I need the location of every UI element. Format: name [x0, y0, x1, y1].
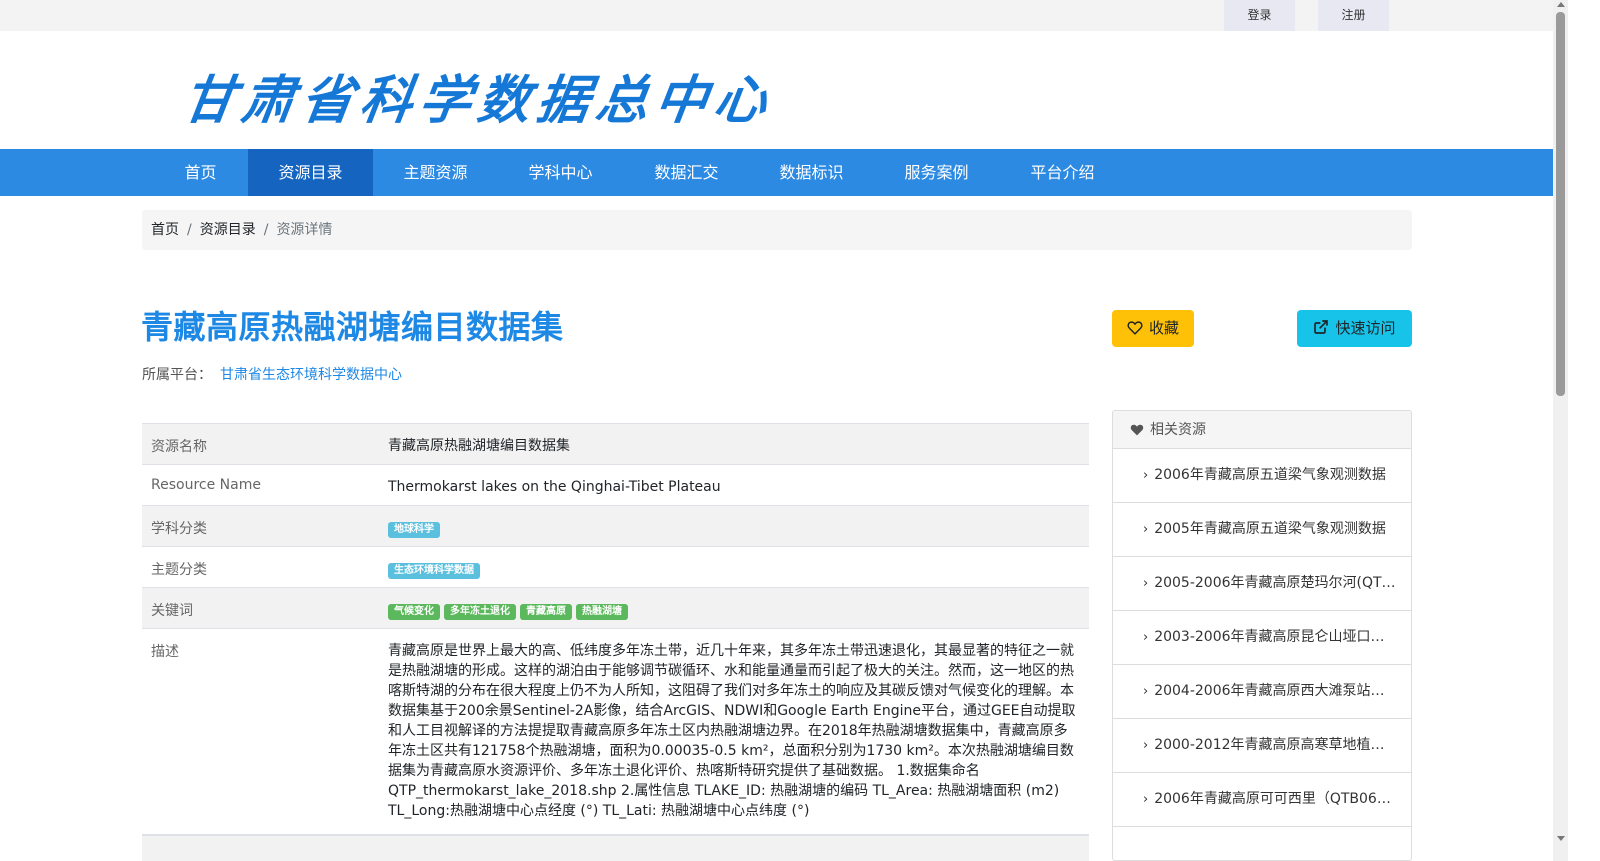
platform-label: 所属平台： — [142, 367, 212, 383]
related-item[interactable]: › 2005-2006年青藏高原楚玛尔河(QTB05)气象观测数据 — [1113, 557, 1411, 611]
nav-item-about[interactable]: 平台介绍 — [1000, 149, 1125, 196]
nav-item-disciplines[interactable]: 学科中心 — [498, 149, 623, 196]
scrollbar-thumb[interactable] — [1556, 12, 1565, 396]
table-row: 主题分类 生态环境科学数据 — [142, 546, 1089, 587]
chevron-right-icon: › — [1143, 684, 1149, 699]
quick-access-label: 快速访问 — [1335, 319, 1396, 337]
platform-link[interactable]: 甘肃省生态环境科学数据中心 — [220, 367, 402, 383]
related-item[interactable]: › 2005年青藏高原五道梁气象观测数据 — [1113, 503, 1411, 557]
top-utility-bar: 登录 注册 — [0, 0, 1553, 31]
page-title: 青藏高原热融湖塘编目数据集 — [141, 308, 564, 346]
row-label: 资源名称 — [151, 439, 207, 455]
register-button[interactable]: 注册 — [1318, 0, 1389, 31]
favorite-button[interactable]: 收藏 — [1112, 310, 1194, 347]
related-item-label: 2006年青藏高原可可西里（QTB06）气象观测数据 — [1154, 791, 1411, 807]
breadcrumb-home[interactable]: 首页 — [151, 222, 179, 238]
related-item[interactable]: › 2006年青藏高原可可西里（QTB06）气象观测数据 — [1113, 773, 1411, 827]
related-title: 相关资源 — [1150, 422, 1206, 438]
keyword-badge[interactable]: 气候变化 — [388, 604, 440, 620]
row-label: 关键词 — [151, 603, 193, 619]
row-value: Thermokarst lakes on the Qinghai-Tibet P… — [388, 479, 721, 495]
related-item-label: 2004-2006年青藏高原西大滩泵站气象观测数据 — [1154, 683, 1411, 699]
heart-icon — [1127, 321, 1143, 335]
login-button[interactable]: 登录 — [1224, 0, 1295, 31]
table-row: Resource Name Thermokarst lakes on the Q… — [142, 464, 1089, 505]
favorite-label: 收藏 — [1148, 319, 1179, 337]
table-row: 学科分类 地球科学 — [142, 505, 1089, 546]
scroll-down-icon[interactable] — [1557, 836, 1565, 841]
related-item[interactable]: › 2003-2006年青藏高原昆仑山垭口气象观测数据 — [1113, 611, 1411, 665]
nav-item-home[interactable]: 首页 — [138, 149, 263, 196]
nav-item-submission[interactable]: 数据汇交 — [624, 149, 749, 196]
breadcrumb: 首页 / 资源目录 / 资源详情 — [142, 210, 1412, 250]
main-nav: 首页 资源目录 主题资源 学科中心 数据汇交 数据标识 服务案例 平台介绍 — [0, 149, 1553, 196]
row-value: 地球科学 — [388, 506, 1089, 550]
chevron-right-icon: › — [1143, 576, 1149, 591]
row-label: 学科分类 — [151, 521, 207, 537]
related-item[interactable]: › 2000-2012年青藏高原高寒草地植被数据 — [1113, 719, 1411, 773]
row-value: 气候变化 多年冻土退化 青藏高原 热融湖塘 — [388, 588, 1089, 632]
subject-badge[interactable]: 地球科学 — [388, 522, 440, 538]
site-header: 甘肃省科学数据总中心 — [0, 31, 1553, 149]
chevron-right-icon: › — [1143, 792, 1149, 807]
chevron-right-icon: › — [1143, 468, 1149, 483]
page-scrollbar[interactable] — [1553, 0, 1568, 861]
theme-badge[interactable]: 生态环境科学数据 — [388, 563, 480, 579]
table-row: 资源名称 青藏高原热融湖塘编目数据集 — [142, 423, 1089, 464]
nav-item-identifier[interactable]: 数据标识 — [749, 149, 874, 196]
site-logo[interactable]: 甘肃省科学数据总中心 — [179, 58, 780, 133]
breadcrumb-current: 资源详情 — [276, 222, 333, 238]
row-value: 青藏高原热融湖塘编目数据集 — [388, 438, 570, 454]
keyword-badge[interactable]: 多年冻土退化 — [444, 604, 516, 620]
nav-item-cases[interactable]: 服务案例 — [874, 149, 999, 196]
related-item-label: 2005年青藏高原五道梁气象观测数据 — [1154, 521, 1386, 537]
chevron-right-icon: › — [1143, 738, 1149, 753]
row-value: 生态环境科学数据 — [388, 547, 1089, 591]
related-header: 相关资源 — [1113, 411, 1411, 449]
table-row — [142, 835, 1089, 861]
nav-item-themes[interactable]: 主题资源 — [373, 149, 498, 196]
table-row: 描述 青藏高原是世界上最大的高、低纬度多年冻土带，近几十年来，其多年冻土带迅速退… — [142, 628, 1089, 835]
related-item[interactable]: › 2006年青藏高原五道梁气象观测数据 — [1113, 449, 1411, 503]
quick-access-button[interactable]: 快速访问 — [1297, 310, 1412, 347]
keyword-badge[interactable]: 青藏高原 — [520, 604, 572, 620]
row-label: Resource Name — [151, 477, 261, 493]
heart-icon — [1130, 424, 1144, 436]
table-row: 关键词 气候变化 多年冻土退化 青藏高原 热融湖塘 — [142, 587, 1089, 628]
breadcrumb-catalog[interactable]: 资源目录 — [200, 222, 256, 238]
related-item-label: 2003-2006年青藏高原昆仑山垭口气象观测数据 — [1154, 629, 1411, 645]
row-label: 描述 — [151, 644, 179, 660]
breadcrumb-separator: / — [187, 222, 192, 238]
related-item-label: 2005-2006年青藏高原楚玛尔河(QTB05)气象观测数据 — [1154, 575, 1411, 591]
row-label: 主题分类 — [151, 562, 207, 578]
related-item-label: 2000-2012年青藏高原高寒草地植被数据 — [1154, 737, 1411, 753]
external-link-icon — [1314, 320, 1329, 334]
related-item[interactable]: › 2004-2006年青藏高原西大滩泵站气象观测数据 — [1113, 665, 1411, 719]
breadcrumb-separator: / — [263, 222, 269, 238]
description-text: 青藏高原是世界上最大的高、低纬度多年冻土带，近几十年来，其多年冻土带迅速退化，其… — [388, 643, 1076, 819]
chevron-right-icon: › — [1143, 630, 1149, 645]
resource-info-table: 资源名称 青藏高原热融湖塘编目数据集 Resource Name Thermok… — [142, 423, 1089, 861]
platform-info: 所属平台： 甘肃省生态环境科学数据中心 — [142, 364, 402, 384]
related-item-label: 2006年青藏高原五道梁气象观测数据 — [1154, 467, 1386, 483]
nav-item-catalog[interactable]: 资源目录 — [248, 149, 373, 196]
scroll-up-icon[interactable] — [1557, 2, 1565, 7]
chevron-right-icon: › — [1143, 522, 1149, 537]
related-resources-panel: 相关资源 › 2006年青藏高原五道梁气象观测数据 › 2005年青藏高原五道梁气象… — [1112, 410, 1412, 861]
keyword-badge[interactable]: 热融湖塘 — [576, 604, 628, 620]
